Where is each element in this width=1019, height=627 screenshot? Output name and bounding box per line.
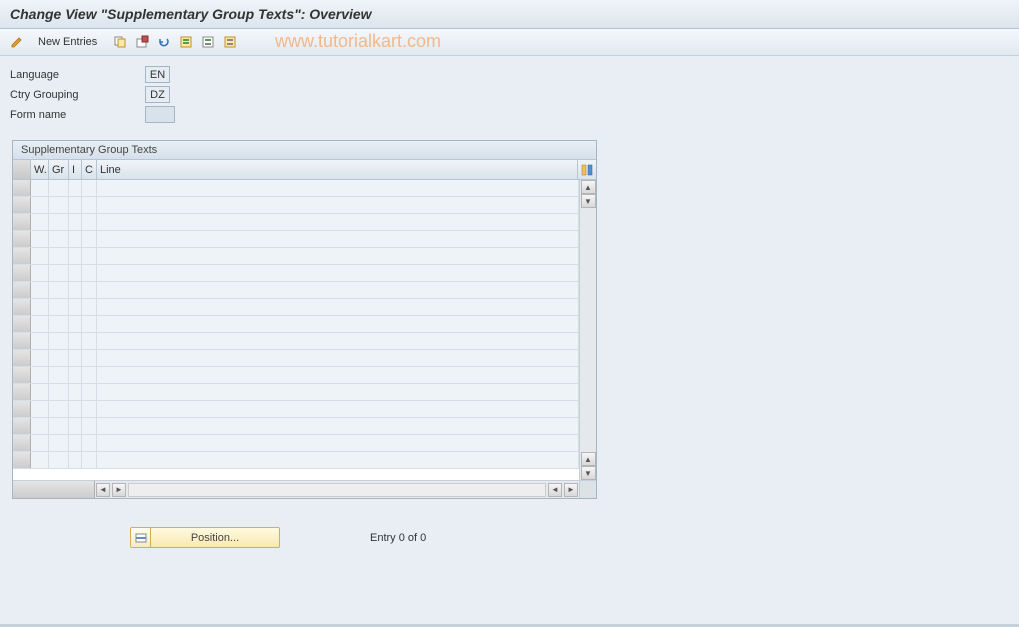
col-gr[interactable]: Gr (49, 160, 69, 179)
form-name-field[interactable] (145, 106, 175, 123)
scroll-down-icon[interactable]: ▼ (581, 194, 596, 208)
table-row[interactable] (13, 214, 579, 231)
table-row[interactable] (13, 265, 579, 282)
page-title: Change View "Supplementary Group Texts":… (0, 0, 1019, 29)
scroll-up-icon[interactable]: ▲ (581, 180, 596, 194)
table-row[interactable] (13, 299, 579, 316)
new-entries-button[interactable]: New Entries (32, 34, 103, 50)
position-icon (131, 528, 151, 547)
col-line[interactable]: Line (97, 160, 578, 179)
select-block-icon[interactable] (199, 33, 217, 51)
watermark-text: www.tutorialkart.com (275, 31, 441, 52)
table-row[interactable] (13, 316, 579, 333)
scroll-right-icon[interactable]: ► (564, 483, 578, 497)
table-row[interactable] (13, 367, 579, 384)
delete-icon[interactable] (133, 33, 151, 51)
table-row[interactable] (13, 350, 579, 367)
col-c[interactable]: C (82, 160, 97, 179)
grid-header: W. Gr I C Line (13, 160, 596, 180)
scroll-right-icon[interactable]: ► (112, 483, 126, 497)
toolbar: New Entries www.tutorialkart.com (0, 29, 1019, 56)
grid-container: Supplementary Group Texts W. Gr I C Line (12, 140, 597, 499)
table-row[interactable] (13, 452, 579, 469)
table-row[interactable] (13, 333, 579, 350)
table-row[interactable] (13, 435, 579, 452)
vertical-scrollbar[interactable]: ▲ ▼ ▲ ▼ (579, 180, 596, 480)
col-i[interactable]: I (69, 160, 82, 179)
entry-count-text: Entry 0 of 0 (370, 532, 426, 544)
language-label: Language (10, 69, 145, 81)
scroll-left-icon[interactable]: ◄ (548, 483, 562, 497)
table-row[interactable] (13, 418, 579, 435)
col-selector[interactable] (13, 160, 31, 179)
position-button[interactable]: Position... (130, 527, 280, 548)
table-row[interactable] (13, 197, 579, 214)
scroll-up-icon[interactable]: ▲ (581, 452, 596, 466)
grid-title: Supplementary Group Texts (13, 141, 596, 160)
deselect-icon[interactable] (221, 33, 239, 51)
table-row[interactable] (13, 401, 579, 418)
table-row[interactable] (13, 180, 579, 197)
select-all-icon[interactable] (177, 33, 195, 51)
ctry-grouping-field[interactable] (145, 86, 170, 103)
horizontal-scrollbar[interactable]: ◄ ► ◄ ► (13, 480, 596, 498)
undo-icon[interactable] (155, 33, 173, 51)
table-row[interactable] (13, 248, 579, 265)
table-row[interactable] (13, 231, 579, 248)
ctry-grouping-label: Ctry Grouping (10, 89, 145, 101)
col-w[interactable]: W. (31, 160, 49, 179)
configure-columns-icon[interactable] (578, 160, 596, 179)
copy-icon[interactable] (111, 33, 129, 51)
table-row[interactable] (13, 282, 579, 299)
footer: Position... Entry 0 of 0 (0, 527, 1019, 548)
position-label: Position... (151, 532, 279, 544)
scroll-left-icon[interactable]: ◄ (96, 483, 110, 497)
grid-rows (13, 180, 579, 480)
grid-body: ▲ ▼ ▲ ▼ (13, 180, 596, 480)
form-section: Language Ctry Grouping Form name (0, 56, 1019, 132)
language-field[interactable] (145, 66, 170, 83)
form-name-label: Form name (10, 109, 145, 121)
pencil-icon[interactable] (8, 33, 26, 51)
table-row[interactable] (13, 384, 579, 401)
scroll-down-icon[interactable]: ▼ (581, 466, 596, 480)
